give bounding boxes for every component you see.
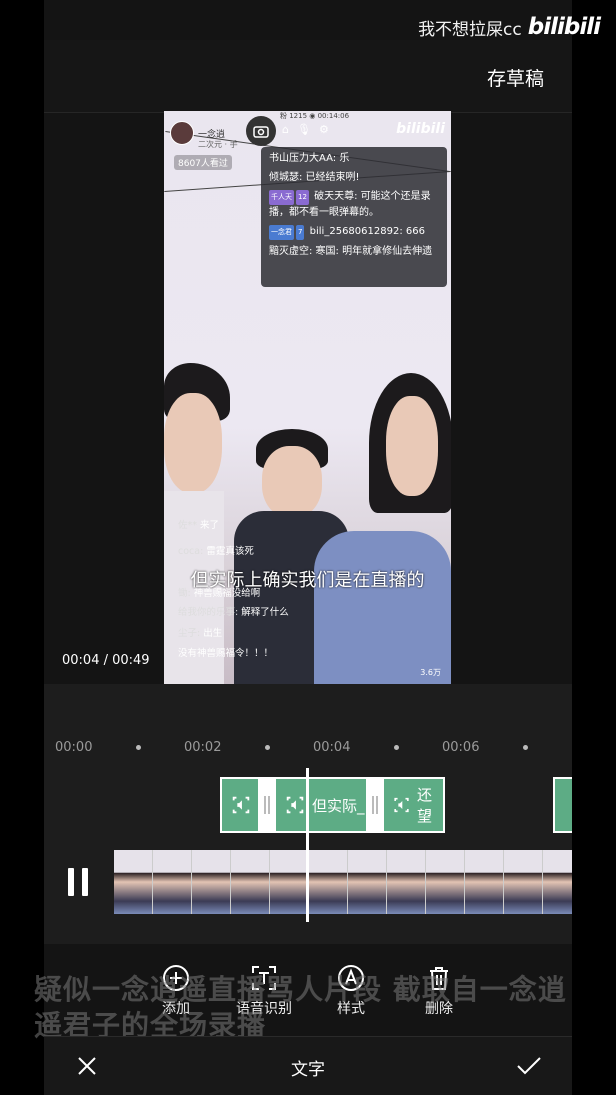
check-icon[interactable] [516, 1055, 542, 1077]
video-thumbnail [387, 850, 426, 914]
video-thumbnail [543, 850, 572, 914]
view-count: 3.6万 [420, 668, 441, 677]
watermark-uploader: 我不想拉屎cc [418, 19, 522, 40]
text-clip-selected[interactable]: 但实际_ [276, 777, 376, 833]
chat-line: 书山压力大AA: 乐 [269, 153, 350, 164]
timeline[interactable]: 00:00 00:02 00:04 00:06 但实际_ 还望 [44, 684, 572, 944]
mic-icon: 🎙 [296, 123, 311, 136]
video-thumbnail [426, 850, 465, 914]
bottom-bar: 文字 [44, 1036, 572, 1095]
video-thumbnail [348, 850, 387, 914]
text-clip[interactable]: 还望 [382, 777, 445, 833]
text-clip[interactable] [553, 777, 572, 833]
subtitle-caption[interactable]: 但实际上确实我们是在直播的 [164, 566, 451, 592]
chat-panel: 书山压力大AA: 乐 倾城瑟: 已经结束咧! 千人天 12 破天天尊: 可能这个还… [261, 147, 447, 287]
chat-line: 一念君 7 bili_25680612892: 666 [269, 224, 439, 240]
streamer-sub: 二次元 · 手 [198, 140, 238, 149]
danmaku-line: 佐** 来了 [178, 520, 220, 531]
video-thumbnail [192, 850, 231, 914]
voice-icon [232, 796, 250, 814]
ruler-dot [136, 745, 141, 750]
bilibili-logo: bilibili [527, 14, 601, 40]
overlay-watermark-text: 疑似一念逍遥直播骂人片段 截取自一念逍遥君子的全场录播 [34, 973, 567, 1042]
viewer-count: 8607人看过 [174, 155, 232, 170]
video-thumbnail [114, 850, 153, 914]
danmaku-line: 给我你的乐事: 解释了什么 [178, 607, 289, 618]
danmaku-line: 没有神兽赐福令！！！ [178, 648, 274, 659]
save-draft-button[interactable]: 存草稿 [487, 64, 544, 91]
ruler-label: 00:04 [313, 740, 351, 755]
chat-line: 倾城瑟: 已经结束咧! [269, 172, 360, 183]
ruler-label: 00:00 [55, 740, 93, 755]
clip-trim-handle-left[interactable] [258, 777, 276, 833]
danmaku-line: coca: 雷霆真该死 [178, 546, 254, 557]
fan-level: 7 [296, 225, 305, 240]
video-thumbnail [465, 850, 504, 914]
video-thumbnail [231, 850, 270, 914]
ruler-label: 00:06 [442, 740, 480, 755]
streamer-name: 一念逍 [198, 129, 226, 140]
video-preview[interactable]: 一念逍 二次元 · 手 粉 1215 ◉ 00:14:06 ⌂ 🎙 ⚙ bili… [164, 111, 451, 684]
watermark: 我不想拉屎cc bilibili [418, 14, 601, 40]
playhead[interactable] [306, 768, 309, 922]
fan-level: 12 [296, 190, 309, 205]
playback-time: 00:04 / 00:49 [62, 653, 150, 668]
fan-badge: 一念君 [269, 225, 294, 240]
stream-stats: 粉 1215 ◉ 00:14:06 [280, 112, 350, 120]
ruler-label: 00:02 [184, 740, 222, 755]
bilibili-logo-mini: bilibili [396, 121, 445, 137]
video-thumbnail [309, 850, 348, 914]
fan-badge: 千人天 [269, 190, 294, 205]
video-track[interactable] [114, 850, 572, 914]
video-thumbnail [153, 850, 192, 914]
voice-icon [394, 797, 409, 813]
top-bar: 存草稿 [44, 40, 572, 113]
chat-line: 黯灭虚空: 寒国: 明年就拿修仙去伸遗 [269, 246, 433, 257]
settings-icon: ⚙ [318, 123, 329, 136]
pause-icon[interactable] [66, 868, 92, 896]
ruler-dot [265, 745, 270, 750]
video-thumbnail [504, 850, 543, 914]
voice-icon [286, 796, 304, 814]
home-icon: ⌂ [282, 123, 289, 136]
camera-icon [246, 116, 276, 146]
chat-line: 千人天 12 破天天尊: 可能这个还是录播，都不看一眼弹幕的。 [269, 190, 431, 218]
ruler-dot [394, 745, 399, 750]
video-thumbnail [270, 850, 309, 914]
danmaku-line: 尘子: 出生 [178, 628, 223, 639]
ruler-dot [523, 745, 528, 750]
panel-title: 文字 [291, 1060, 325, 1080]
streamer-avatar [170, 121, 194, 145]
stream-nav-icons: ⌂ 🎙 ⚙ [282, 123, 329, 136]
